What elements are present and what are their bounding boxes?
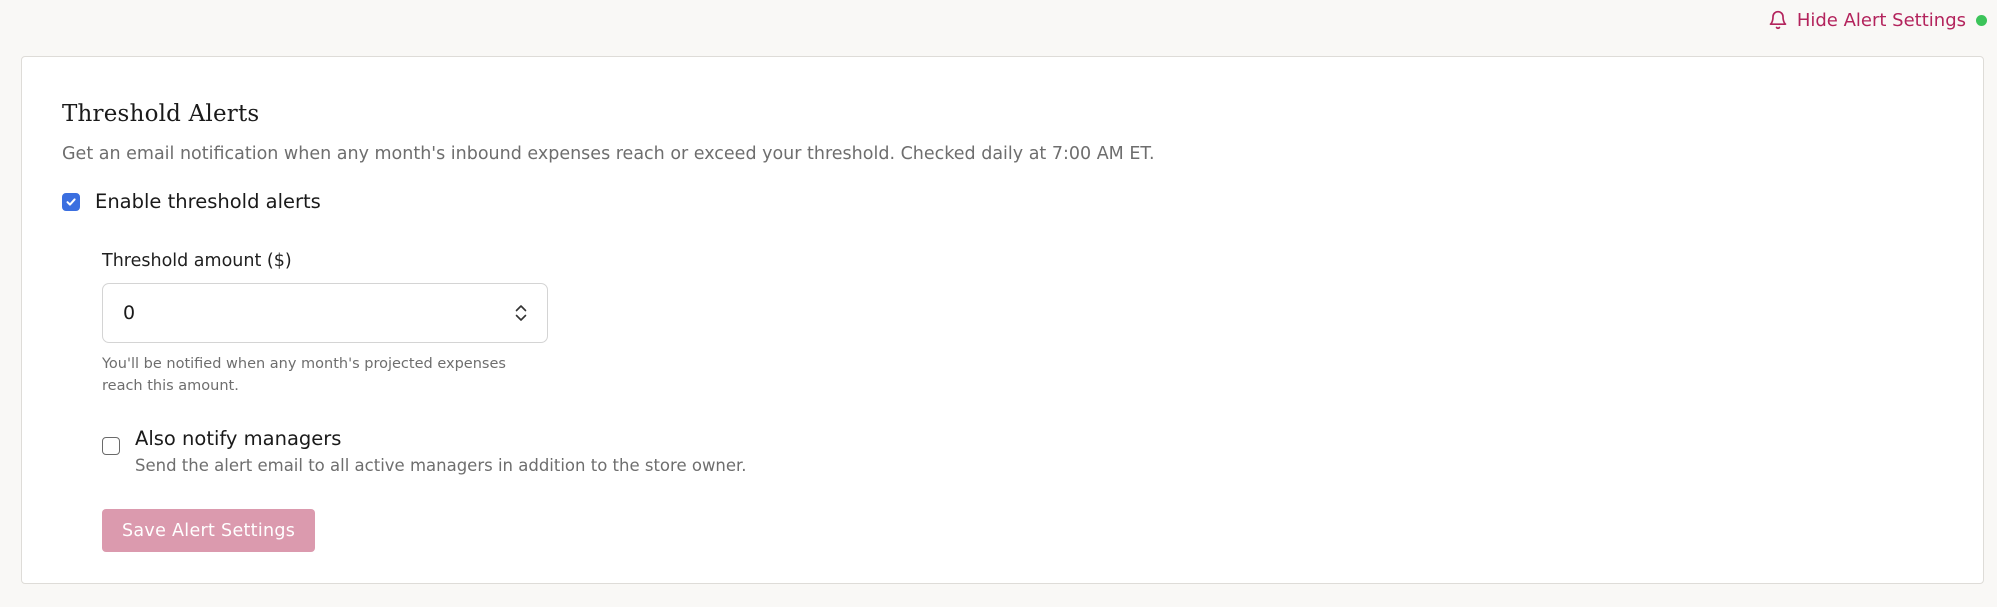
- notify-managers-description: Send the alert email to all active manag…: [135, 456, 747, 475]
- save-alert-settings-button[interactable]: Save Alert Settings: [102, 509, 316, 552]
- enable-threshold-row[interactable]: Enable threshold alerts: [62, 190, 1943, 213]
- enable-threshold-label: Enable threshold alerts: [95, 190, 321, 213]
- section-title: Threshold Alerts: [62, 101, 260, 127]
- threshold-amount-label: Threshold amount ($): [102, 251, 292, 271]
- chevron-up-icon[interactable]: [515, 304, 527, 312]
- threshold-alerts-card: Threshold Alerts Get an email notificati…: [21, 56, 1984, 584]
- enable-threshold-checkbox[interactable]: [62, 192, 80, 211]
- card-content: Threshold Alerts Get an email notificati…: [62, 101, 1943, 552]
- topbar: Hide Alert Settings: [1768, 0, 1997, 40]
- hide-alert-settings-label: Hide Alert Settings: [1796, 9, 1966, 31]
- checkmark-icon: [66, 197, 76, 206]
- notify-managers-row[interactable]: Also notify managers Send the alert emai…: [102, 427, 1943, 475]
- notify-managers-text: Also notify managers Send the alert emai…: [135, 427, 747, 475]
- bell-icon: [1768, 9, 1788, 31]
- section-description: Get an email notification when any month…: [62, 144, 1155, 164]
- notify-managers-label: Also notify managers: [135, 427, 342, 450]
- threshold-amount-value: 0: [123, 302, 136, 324]
- hide-alert-settings-button[interactable]: Hide Alert Settings: [1768, 9, 1966, 31]
- notify-managers-checkbox[interactable]: [102, 437, 120, 455]
- threshold-settings: Threshold amount ($) 0 You'll be notifie…: [102, 251, 1943, 552]
- chevron-down-icon[interactable]: [515, 314, 527, 322]
- threshold-amount-input[interactable]: 0: [102, 283, 548, 343]
- threshold-hint: You'll be notified when any month's proj…: [102, 356, 506, 394]
- number-stepper[interactable]: [515, 304, 527, 322]
- status-dot: [1976, 14, 1987, 26]
